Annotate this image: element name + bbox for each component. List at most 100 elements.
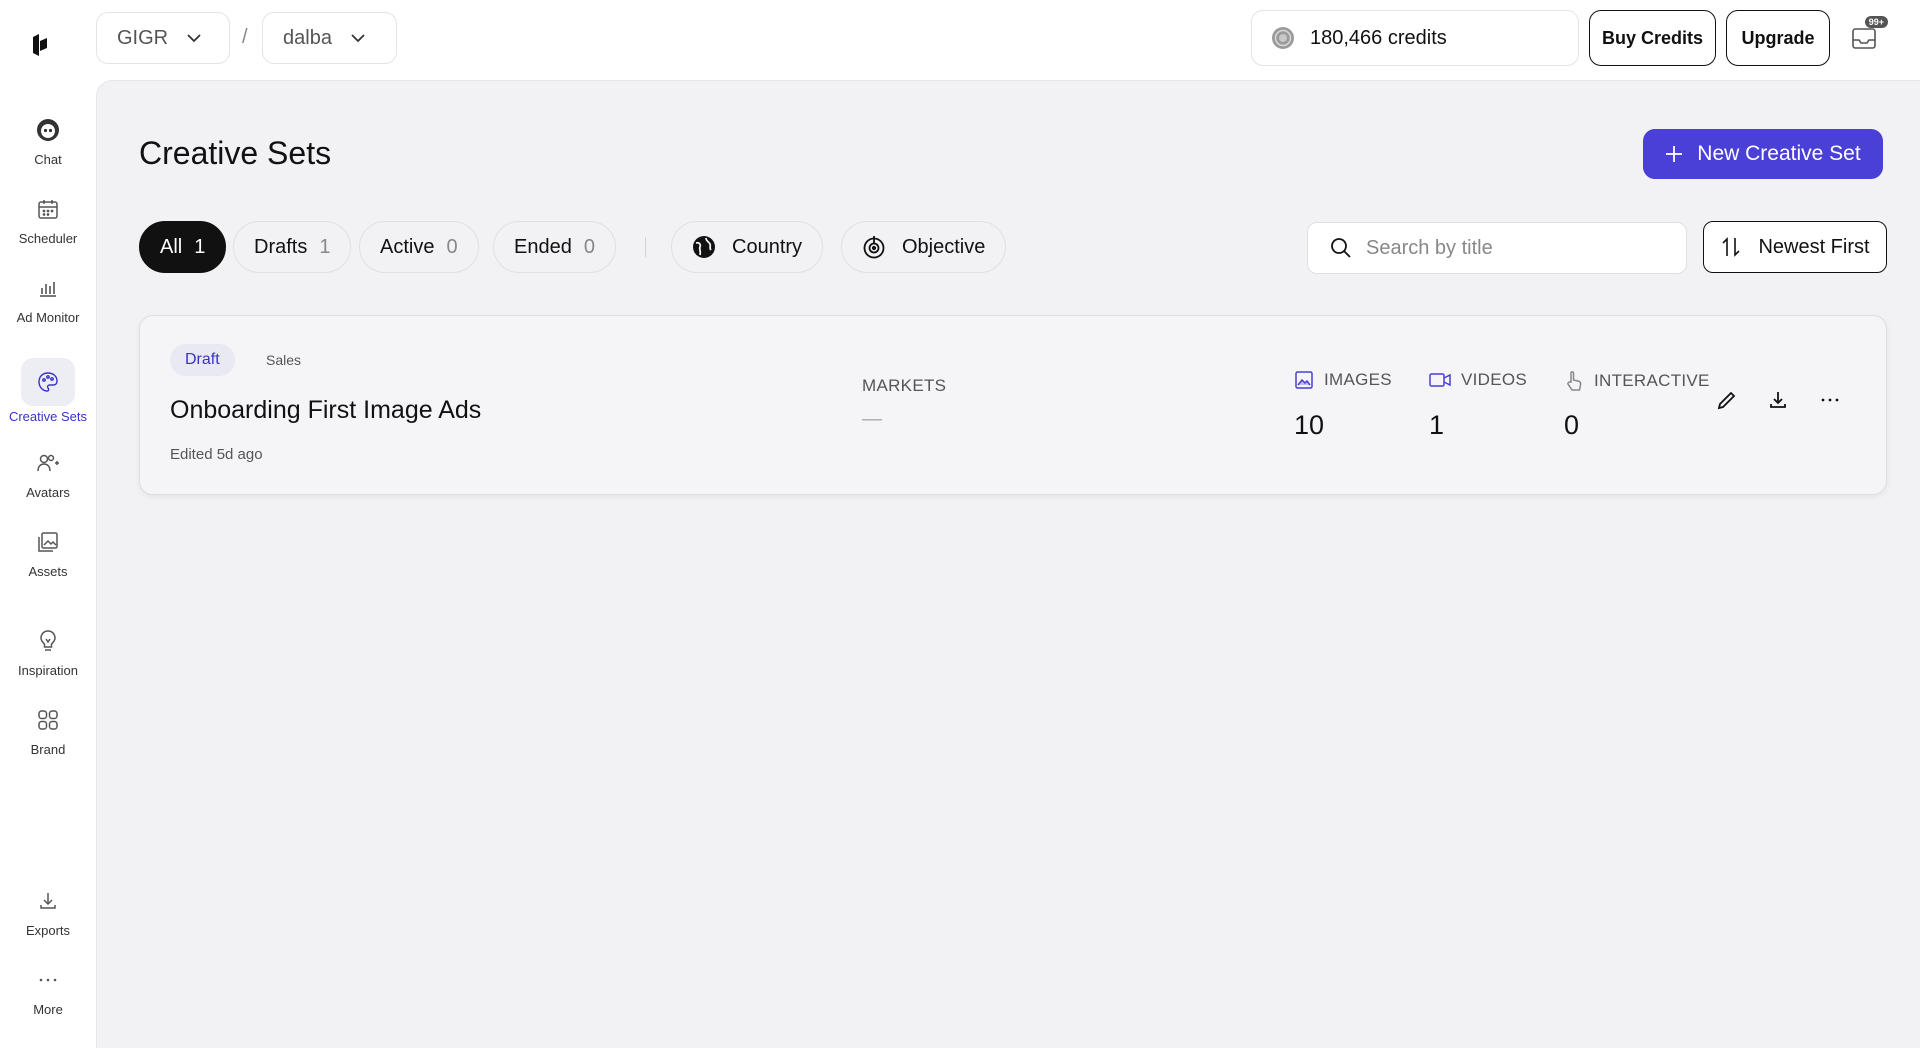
chat-bot-icon xyxy=(21,106,75,154)
download-icon xyxy=(1770,392,1786,408)
project-select[interactable]: dalba xyxy=(262,12,397,64)
creative-set-title[interactable]: Onboarding First Image Ads xyxy=(170,396,481,425)
bar-chart-icon xyxy=(21,264,75,312)
sidebar-item-label: Chat xyxy=(34,152,62,167)
grid-icon xyxy=(21,696,75,744)
chevron-down-icon xyxy=(351,34,365,43)
sidebar-item-label: Assets xyxy=(28,564,68,579)
lightbulb-icon xyxy=(21,617,75,665)
new-creative-set-button[interactable]: New Creative Set xyxy=(1643,129,1883,179)
tab-count: 0 xyxy=(446,235,458,258)
upgrade-button[interactable]: Upgrade xyxy=(1726,10,1830,66)
sidebar-item-avatars[interactable]: Avatars xyxy=(0,439,96,500)
images-stat-label: IMAGES xyxy=(1294,370,1392,390)
sidebar-item-exports[interactable]: Exports xyxy=(0,877,96,938)
workspace-name: GIGR xyxy=(117,26,169,49)
more-options-button[interactable] xyxy=(1816,386,1844,414)
sort-arrows-icon xyxy=(1722,237,1741,257)
palette-icon xyxy=(21,358,75,406)
creative-set-card[interactable]: Draft Sales Onboarding First Image Ads E… xyxy=(139,315,1887,495)
video-icon xyxy=(1429,373,1451,387)
sidebar-item-label: Ad Monitor xyxy=(16,310,80,325)
filter-divider xyxy=(645,237,646,257)
inbox-icon xyxy=(1852,28,1876,49)
download-button[interactable] xyxy=(1764,386,1792,414)
tab-count: 0 xyxy=(583,235,595,258)
interactive-stat-label: INTERACTIVE xyxy=(1564,370,1710,392)
sidebar-item-assets[interactable]: Assets xyxy=(0,518,96,579)
images-count: 10 xyxy=(1294,410,1325,440)
tab-all[interactable]: All 1 xyxy=(139,221,227,273)
interactive-count: 0 xyxy=(1564,410,1580,440)
interactive-label: INTERACTIVE xyxy=(1594,371,1710,390)
globe-icon xyxy=(693,236,715,258)
images-label: IMAGES xyxy=(1324,370,1392,389)
videos-label: VIDEOS xyxy=(1461,370,1528,389)
sort-label: Newest First xyxy=(1758,235,1870,258)
objective-filter[interactable]: Objective xyxy=(841,221,1007,273)
tab-label: Active xyxy=(380,235,435,258)
sidebar-item-creative-sets[interactable]: Creative Sets xyxy=(0,358,96,424)
plus-icon xyxy=(1666,146,1683,162)
app-logo[interactable] xyxy=(31,33,49,57)
sidebar-item-inspiration[interactable]: Inspiration xyxy=(0,617,96,678)
pencil-icon xyxy=(1717,391,1736,410)
markets-label: MARKETS xyxy=(862,376,947,395)
sidebar-item-label: Creative Sets xyxy=(8,409,88,424)
target-icon xyxy=(863,236,885,259)
videos-stat-label: VIDEOS xyxy=(1429,370,1527,390)
credits-balance: 180,466 credits xyxy=(1251,10,1579,66)
coin-icon xyxy=(1272,27,1294,49)
sidebar-item-ad-monitor[interactable]: Ad Monitor xyxy=(0,264,96,325)
edited-timestamp: Edited 5d ago xyxy=(170,446,263,463)
credits-text: 180,466 credits xyxy=(1310,26,1447,49)
sidebar-item-chat[interactable]: Chat xyxy=(0,106,96,167)
sidebar-item-scheduler[interactable]: Scheduler xyxy=(0,185,96,246)
tab-count: 1 xyxy=(194,235,206,258)
objective-filter-label: Objective xyxy=(902,235,986,258)
more-dots-icon xyxy=(1821,398,1839,402)
tap-hand-icon xyxy=(1567,371,1582,391)
search-field[interactable] xyxy=(1307,222,1687,274)
sidebar-item-label: Brand xyxy=(30,742,66,757)
sidebar-item-label: More xyxy=(33,1002,63,1017)
image-stack-icon xyxy=(21,518,75,566)
sidebar-item-more[interactable]: More xyxy=(0,956,96,1017)
videos-count: 1 xyxy=(1429,410,1445,440)
search-icon xyxy=(1331,238,1351,258)
tab-ended[interactable]: Ended 0 xyxy=(493,221,616,273)
status-badge: Draft xyxy=(170,344,235,376)
download-icon xyxy=(21,877,75,925)
project-name: dalba xyxy=(283,26,332,49)
sidebar-item-label: Scheduler xyxy=(18,231,78,246)
sidebar: Chat Scheduler Ad Monitor Creative Sets … xyxy=(0,0,96,1048)
sort-button[interactable]: Newest First xyxy=(1703,221,1887,273)
tab-drafts[interactable]: Drafts 1 xyxy=(233,221,352,273)
markets-value: — xyxy=(862,408,882,430)
page-title: Creative Sets xyxy=(139,135,332,171)
tab-label: Drafts xyxy=(254,235,308,258)
country-filter[interactable]: Country xyxy=(671,221,824,273)
sidebar-item-label: Inspiration xyxy=(18,663,78,678)
tab-label: All xyxy=(160,235,183,258)
tab-label: Ended xyxy=(514,235,572,258)
edit-button[interactable] xyxy=(1713,386,1741,414)
category-tag: Sales xyxy=(266,352,302,368)
sidebar-item-label: Avatars xyxy=(26,485,70,500)
users-add-icon xyxy=(21,439,75,487)
calendar-icon xyxy=(21,185,75,233)
new-creative-set-label: New Creative Set xyxy=(1697,142,1861,165)
tab-active[interactable]: Active 0 xyxy=(359,221,479,273)
inbox-button[interactable]: 99+ xyxy=(1848,16,1888,54)
search-input[interactable] xyxy=(1366,236,1666,260)
more-dots-icon xyxy=(21,956,75,1004)
sidebar-item-brand[interactable]: Brand xyxy=(0,696,96,757)
workspace-select[interactable]: GIGR xyxy=(96,12,230,64)
notification-badge: 99+ xyxy=(1864,16,1888,28)
breadcrumb-separator: / xyxy=(242,26,248,48)
image-icon xyxy=(1295,371,1313,389)
buy-credits-button[interactable]: Buy Credits xyxy=(1589,10,1716,66)
main-panel: Creative Sets New Creative Set All 1 Dra… xyxy=(96,80,1920,1048)
sidebar-item-label: Exports xyxy=(25,923,71,938)
chevron-down-icon xyxy=(187,34,201,43)
